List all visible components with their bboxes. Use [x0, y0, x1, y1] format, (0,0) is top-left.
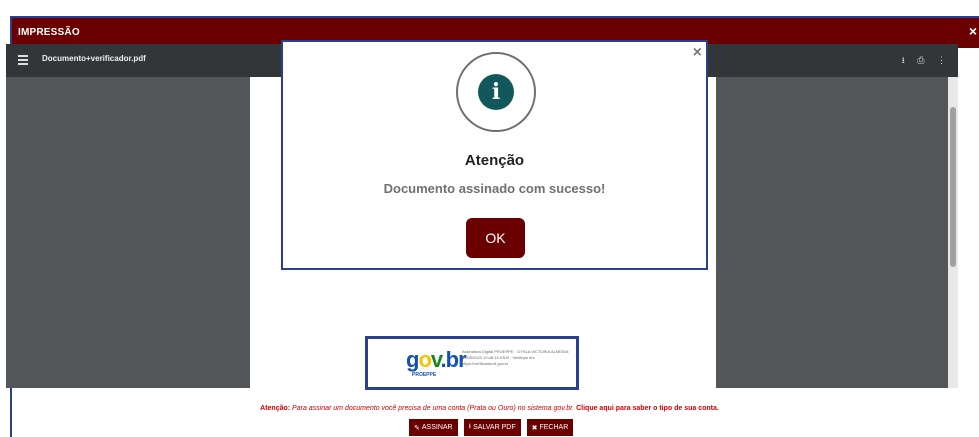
- ok-button[interactable]: OK: [466, 218, 525, 258]
- pencil-icon: ✎: [414, 424, 420, 432]
- info-icon: i: [456, 52, 536, 132]
- more-options-icon[interactable]: ⋮: [937, 55, 946, 65]
- dialog-message: Documento assinado com sucesso!: [383, 181, 606, 196]
- stamp-subtitle: PROEPPE: [412, 372, 437, 378]
- download-icon[interactable]: ⭳: [902, 55, 905, 65]
- close-button-label: FECHAR: [539, 424, 569, 431]
- window-close-button[interactable]: ×: [969, 23, 977, 39]
- govbr-logo-o: o: [418, 347, 431, 372]
- success-dialog: × i Atenção Documento assinado com suces…: [281, 40, 708, 270]
- notice-message: Para assinar um documento você precisa d…: [292, 405, 575, 412]
- govbr-signature-stamp: gov.br PROEPPE Assinatura Digital PROEPP…: [365, 336, 579, 390]
- print-icon[interactable]: ⎙: [917, 55, 924, 65]
- sign-button-label: ASSINAR: [421, 424, 453, 431]
- stamp-details: Assinatura Digital PROEPPE · GYSLA VICTO…: [462, 349, 571, 366]
- pdf-toolbar-actions: ⭳ ⎙ ⋮: [892, 53, 946, 69]
- window-title: IMPRESSÃO: [18, 27, 80, 38]
- action-bar: ✎ ASSINAR ⭳ SALVAR PDF ✖ FECHAR: [409, 419, 574, 437]
- close-icon: ✖: [531, 424, 538, 432]
- pdf-file-name: Documento+verificador.pdf: [42, 54, 146, 63]
- account-notice: Atenção: Para assinar um documento você …: [0, 405, 979, 412]
- menu-icon[interactable]: [18, 55, 28, 65]
- save-pdf-button-label: SALVAR PDF: [473, 424, 516, 431]
- save-pdf-button[interactable]: ⭳ SALVAR PDF: [463, 419, 521, 436]
- dialog-title: Atenção: [464, 152, 525, 169]
- sign-button[interactable]: ✎ ASSINAR: [409, 419, 458, 436]
- info-glyph: i: [478, 74, 514, 110]
- close-button[interactable]: ✖ FECHAR: [526, 419, 574, 436]
- govbr-logo-v: v: [430, 347, 442, 372]
- dialog-close-button[interactable]: ×: [693, 44, 702, 62]
- notice-label: Atenção:: [260, 405, 291, 412]
- pdf-scrollbar[interactable]: [948, 77, 958, 388]
- account-type-link[interactable]: Clique aqui para saber o tipo de sua con…: [576, 405, 719, 412]
- govbr-logo: gov.br: [406, 347, 467, 373]
- scrollbar-thumb[interactable]: [950, 107, 956, 267]
- download-icon: ⭳: [468, 423, 472, 430]
- govbr-logo-g: g: [406, 347, 419, 372]
